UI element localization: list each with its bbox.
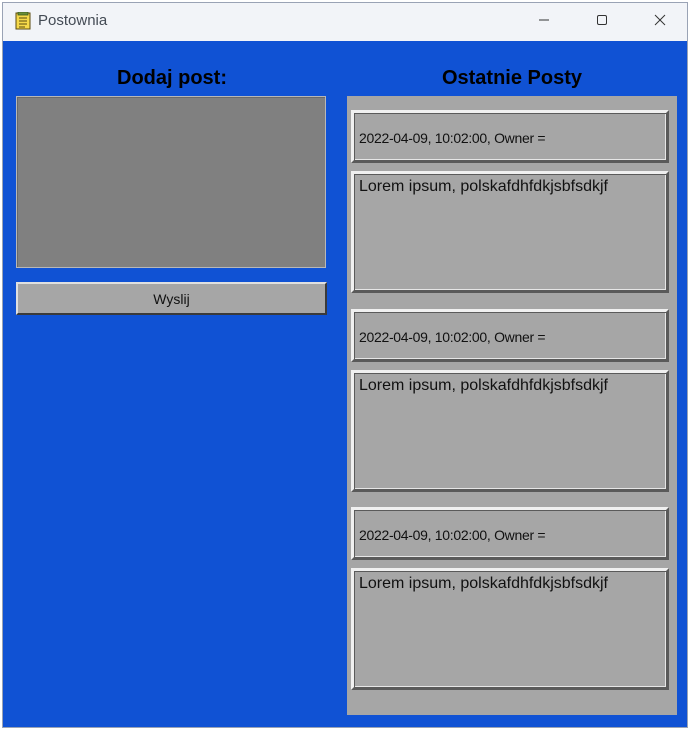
maximize-icon xyxy=(596,13,608,31)
post-body[interactable]: Lorem ipsum, polskafdhfdkjsbfsdkjf xyxy=(351,370,669,492)
notepad-icon xyxy=(15,11,31,30)
post-meta: 2022-04-09, 10:02:00, Owner = xyxy=(351,507,669,560)
post-input[interactable] xyxy=(16,96,326,268)
window-title: Postownia xyxy=(38,12,108,29)
minimize-icon xyxy=(538,13,550,31)
minimize-button[interactable] xyxy=(515,3,573,41)
post-body[interactable]: Lorem ipsum, polskafdhfdkjsbfsdkjf xyxy=(351,568,669,690)
close-icon xyxy=(654,13,666,31)
recent-posts-panel: 2022-04-09, 10:02:00, Owner = Lorem ipsu… xyxy=(347,96,677,715)
close-button[interactable] xyxy=(631,3,687,41)
post-body[interactable]: Lorem ipsum, polskafdhfdkjsbfsdkjf xyxy=(351,171,669,293)
recent-posts-heading: Ostatnie Posty xyxy=(441,67,583,89)
app-window: Postownia Dodaj post: Wyslij Ostatnie Po… xyxy=(3,3,687,727)
maximize-button[interactable] xyxy=(573,3,631,41)
add-post-heading: Dodaj post: xyxy=(117,67,227,89)
title-bar[interactable]: Postownia xyxy=(3,3,687,41)
post-meta: 2022-04-09, 10:02:00, Owner = xyxy=(351,309,669,362)
send-button[interactable]: Wyslij xyxy=(16,282,327,315)
post-meta: 2022-04-09, 10:02:00, Owner = xyxy=(351,110,669,163)
